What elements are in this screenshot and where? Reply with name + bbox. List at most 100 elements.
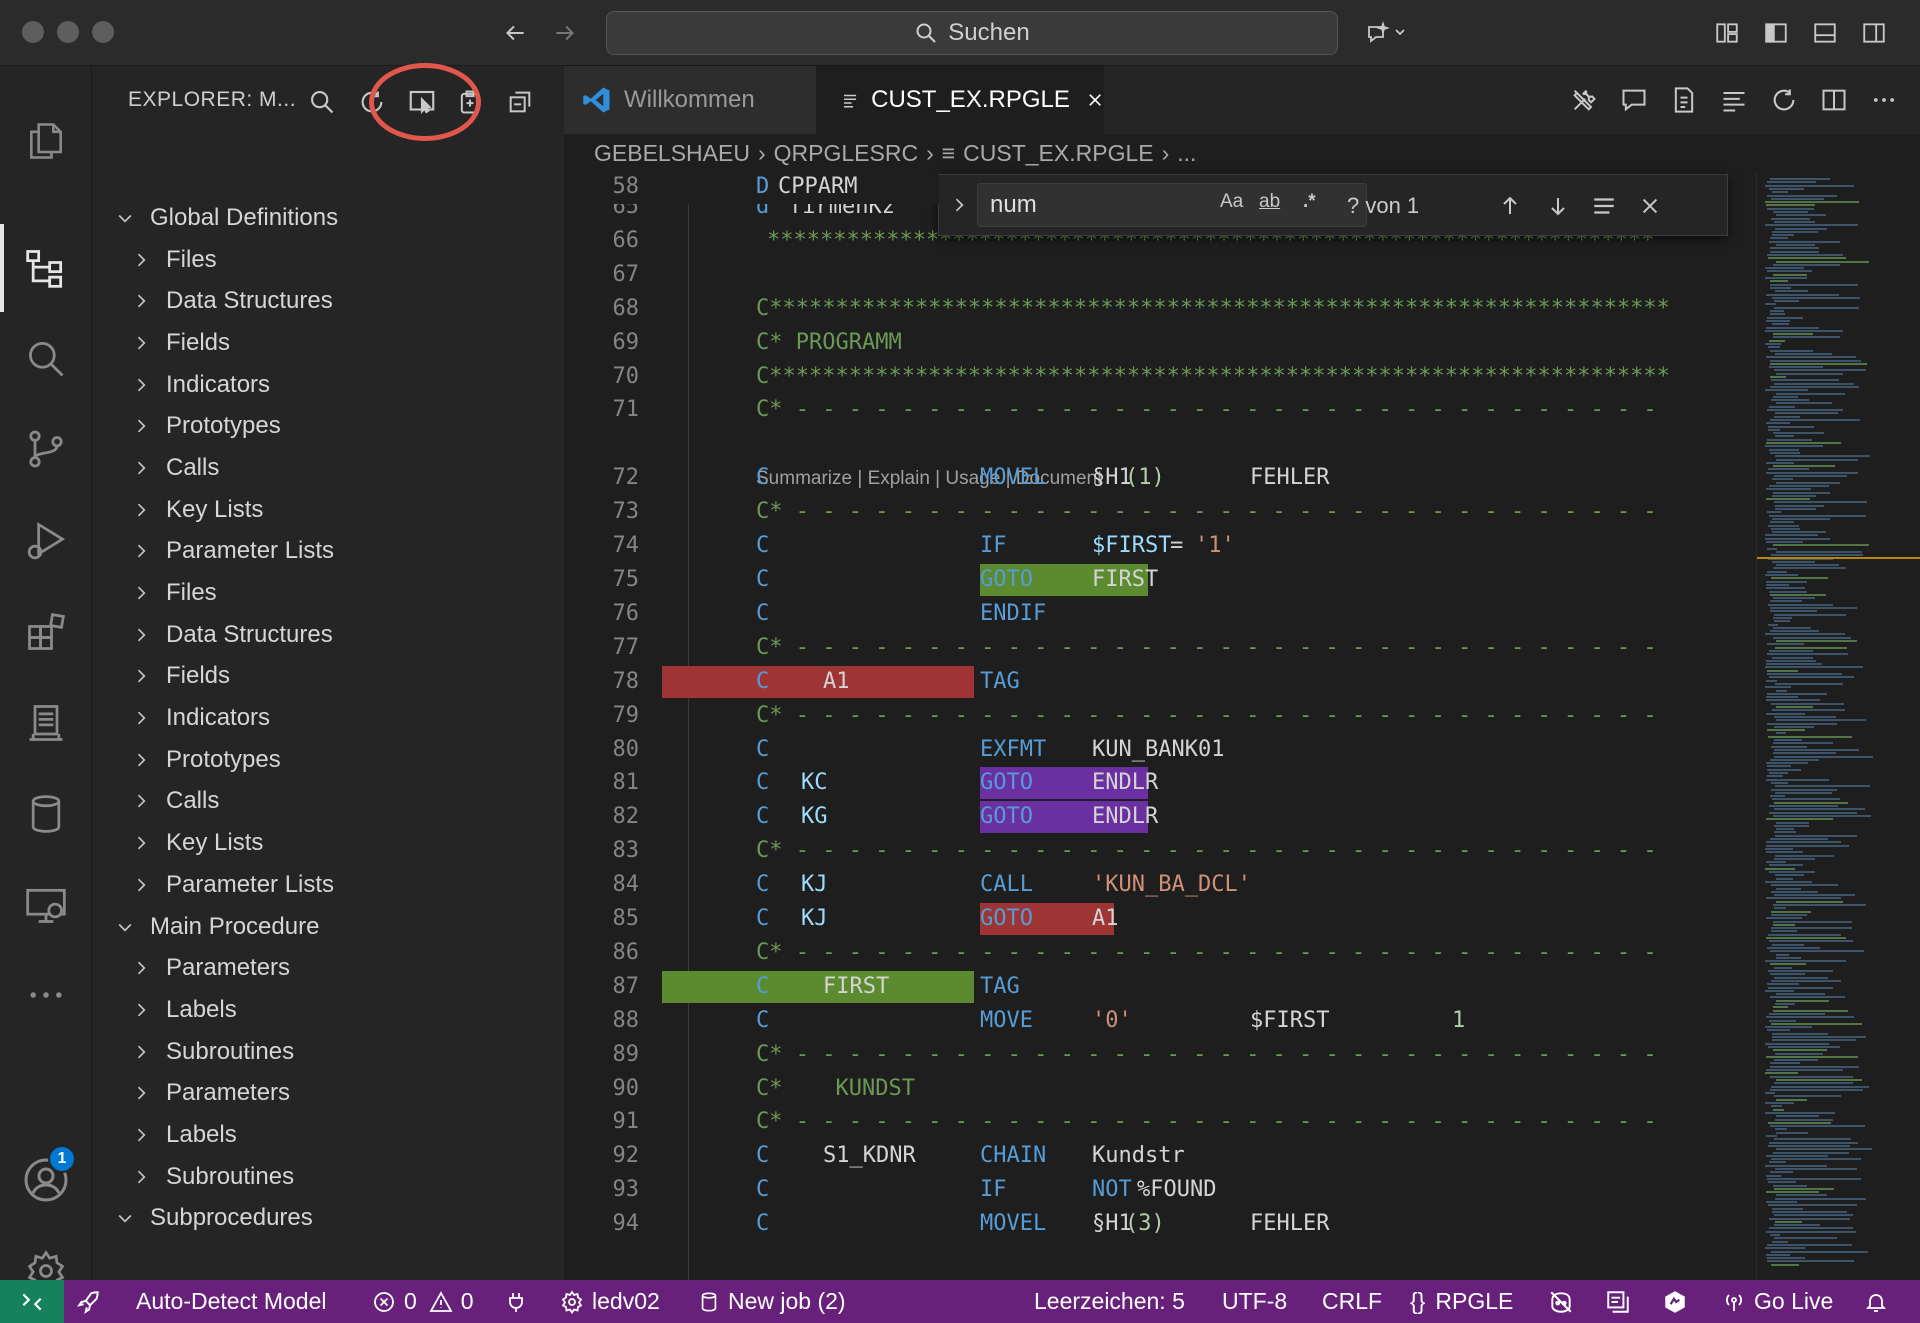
eol-indicator[interactable]: CRLF [1322, 1280, 1382, 1323]
customize-layout-icon[interactable] [1710, 16, 1744, 50]
tree-item[interactable]: Labels [92, 989, 564, 1031]
toggle-secondary-sidebar-icon[interactable] [1857, 16, 1891, 50]
tree-item[interactable]: Files [92, 572, 564, 614]
tree-item[interactable]: Calls [92, 781, 564, 823]
document-icon[interactable] [1664, 80, 1704, 120]
code-line[interactable]: 85 C KJ GOTO A1 [564, 902, 1756, 936]
copilot-icon[interactable] [1548, 1280, 1582, 1323]
more-actions-icon[interactable] [1864, 80, 1904, 120]
rocket-icon[interactable] [76, 1280, 110, 1323]
zoom-window-button[interactable] [92, 21, 114, 43]
tree-section[interactable]: Main Procedure [92, 906, 564, 948]
tree-item[interactable]: Labels [92, 1114, 564, 1156]
tree-item[interactable]: Key Lists [92, 489, 564, 531]
tab-willkommen[interactable]: Willkommen [564, 66, 817, 134]
tree-item[interactable]: Subroutines [92, 1031, 564, 1073]
encoding-indicator[interactable]: UTF-8 [1222, 1280, 1287, 1323]
search-icon[interactable] [0, 324, 92, 394]
account-icon[interactable] [0, 1145, 92, 1215]
extension-status-icon[interactable] [1662, 1280, 1696, 1323]
explorer-files-icon[interactable] [0, 106, 92, 176]
code-line[interactable]: 80 C EXFMT KUN_BANK01 [564, 733, 1756, 767]
tree-item[interactable]: Fields [92, 322, 564, 364]
tree-item[interactable]: Indicators [92, 364, 564, 406]
tree-item[interactable]: Data Structures [92, 280, 564, 322]
braille-icon[interactable] [1605, 1280, 1639, 1323]
problems-indicator[interactable]: 0 0 [372, 1280, 474, 1323]
tools-icon[interactable] [1564, 80, 1604, 120]
tree-item[interactable]: Parameter Lists [92, 864, 564, 906]
comment-icon[interactable] [1614, 80, 1654, 120]
code-line[interactable]: 72 C MOVEL §H1 (1) FEHLER [564, 461, 1756, 495]
close-window-button[interactable] [22, 21, 44, 43]
back-arrow-icon[interactable] [498, 16, 532, 50]
object-browser-icon[interactable] [0, 233, 92, 303]
tree-item[interactable]: Parameters [92, 947, 564, 989]
code-line[interactable]: 87 C FIRST TAG [564, 970, 1756, 1004]
ibmi-server-icon[interactable] [0, 688, 92, 758]
code-line[interactable]: 83 C* - - - - - - - - - - - - - - - - - -… [564, 834, 1756, 868]
tree-item[interactable]: Key Lists [92, 822, 564, 864]
code-line[interactable]: 92 C S1_KDNR CHAIN Kundstr [564, 1139, 1756, 1173]
code-line[interactable]: 84 C KJ CALL 'KUN_BA_DCL' [564, 868, 1756, 902]
plug-icon[interactable] [504, 1280, 536, 1323]
code-line[interactable]: 89 C* - - - - - - - - - - - - - - - - - -… [564, 1038, 1756, 1072]
code-line[interactable]: 86 C* - - - - - - - - - - - - - - - - - -… [564, 936, 1756, 970]
code-line[interactable]: 90 C* KUNDST [564, 1072, 1756, 1106]
breadcrumb-source-file[interactable]: QRPGLESRC [774, 140, 918, 167]
code-line[interactable]: 71 C* - - - - - - - - - - - - - - - - - -… [564, 393, 1756, 427]
go-live-button[interactable]: Go Live [1722, 1280, 1833, 1323]
tree-item[interactable]: Prototypes [92, 405, 564, 447]
code-line[interactable]: 75 C GOTO FIRST [564, 563, 1756, 597]
refresh-icon[interactable] [1764, 80, 1804, 120]
tree-item[interactable]: Parameter Lists [92, 531, 564, 573]
breadcrumb-library[interactable]: GEBELSHAEU [594, 140, 750, 167]
tab-cust-ex-rpgle[interactable]: CUST_EX.RPGLE [817, 66, 1104, 134]
code-line[interactable]: 82 C KG GOTO ENDLR [564, 800, 1756, 834]
code-editor[interactable]: Summarize | Explain | Usage | Document 5… [564, 172, 1756, 1280]
breadcrumb-member[interactable]: CUST_EX.RPGLE [963, 140, 1153, 167]
code-line[interactable]: 67 [564, 258, 1756, 292]
code-line[interactable]: 68 C*************************************… [564, 292, 1756, 326]
tree-item[interactable]: Data Structures [92, 614, 564, 656]
forward-arrow-icon[interactable] [548, 16, 582, 50]
indentation-indicator[interactable]: Leerzeichen: 5 [1034, 1280, 1185, 1323]
connection-indicator[interactable]: ledv02 [560, 1280, 660, 1323]
job-indicator[interactable]: New job (2) [698, 1280, 846, 1323]
command-center-search[interactable]: Suchen [606, 11, 1338, 55]
tree-section[interactable]: Subprocedures [92, 1198, 564, 1240]
database-icon[interactable] [0, 779, 92, 849]
code-line[interactable]: 79 C* - - - - - - - - - - - - - - - - - -… [564, 699, 1756, 733]
tree-item[interactable]: Parameters [92, 1072, 564, 1114]
tree-item[interactable]: Fields [92, 656, 564, 698]
tree-item[interactable]: Files [92, 239, 564, 281]
code-line[interactable]: 58 D CPPARM [564, 172, 939, 204]
model-selector[interactable]: Auto-Detect Model [136, 1280, 326, 1323]
toggle-primary-sidebar-icon[interactable] [1759, 16, 1793, 50]
code-line[interactable]: 94 C MOVEL §H1 (3) FEHLER [564, 1207, 1756, 1241]
tree-item[interactable]: Calls [92, 447, 564, 489]
code-line[interactable]: 93 C IF NOT %FOUND [564, 1173, 1756, 1207]
toggle-panel-icon[interactable] [1808, 16, 1842, 50]
notifications-bell-icon[interactable] [1864, 1280, 1896, 1323]
code-line[interactable]: 73 C* - - - - - - - - - - - - - - - - - -… [564, 495, 1756, 529]
source-control-icon[interactable] [0, 414, 92, 484]
code-line[interactable]: 81 C KC GOTO ENDLR [564, 766, 1756, 800]
more-views-icon[interactable] [0, 960, 92, 1030]
tree-section[interactable]: Global Definitions [92, 197, 564, 239]
close-icon[interactable] [1086, 90, 1104, 110]
split-editor-icon[interactable] [1814, 80, 1854, 120]
code-line[interactable]: 74 C IF $FIRST = '1' [564, 529, 1756, 563]
language-indicator[interactable]: {} RPGLE [1410, 1280, 1513, 1323]
tree-item[interactable]: Indicators [92, 697, 564, 739]
remote-indicator[interactable] [0, 1280, 64, 1323]
code-line[interactable]: 91 C* - - - - - - - - - - - - - - - - - -… [564, 1105, 1756, 1139]
minimap[interactable] [1756, 172, 1920, 1280]
extensions-icon[interactable] [0, 597, 92, 667]
run-and-debug-icon[interactable] [0, 506, 92, 576]
format-lines-icon[interactable] [1714, 80, 1754, 120]
tree-item[interactable]: Subroutines [92, 1156, 564, 1198]
collapse-all-icon[interactable] [500, 82, 540, 122]
code-line[interactable]: 76 C ENDIF [564, 597, 1756, 631]
code-line[interactable]: 78 C A1 TAG [564, 665, 1756, 699]
